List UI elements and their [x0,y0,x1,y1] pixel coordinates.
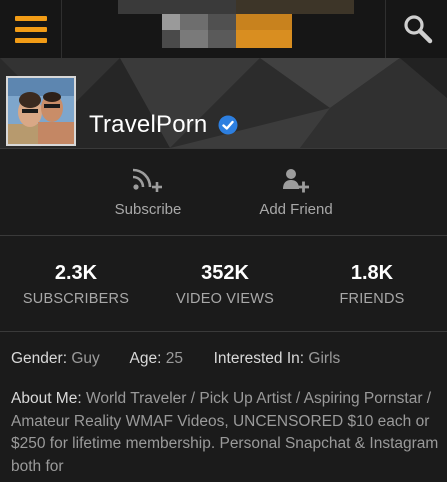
channel-avatar[interactable] [6,76,76,146]
stat-value: 2.3K [54,262,98,284]
channel-name: TravelPorn [89,111,208,138]
about-me-label: About Me: [11,390,82,407]
menu-button[interactable] [0,0,62,58]
verified-check-icon [218,115,238,135]
stat-value: 352K [201,262,249,284]
top-bar [0,0,447,58]
gender-value: Guy [71,350,100,367]
menu-bar [14,26,47,32]
stat-value: 1.8K [350,262,394,284]
menu-bar [14,15,47,21]
site-logo[interactable] [118,0,354,52]
add-friend-label: Add Friend [259,201,333,218]
stats-row: 2.3K SUBSCRIBERS 352K VIDEO VIEWS 1.8K F… [0,236,447,332]
age-value: 25 [165,350,183,367]
about-me: About Me: World Traveler / Pick Up Artis… [11,388,441,478]
menu-bar [14,37,47,43]
search-icon [404,15,433,44]
stat-caption: VIDEO VIEWS [175,291,275,307]
interested-in-value: Girls [308,350,341,367]
search-button[interactable] [385,0,447,58]
add-friend-button[interactable]: Add Friend [246,149,346,237]
rss-plus-icon [132,168,162,192]
avatar-photo [8,78,74,144]
stat-caption: FRIENDS [339,291,405,307]
interested-in-label: Interested In: [213,350,305,367]
stat-caption: SUBSCRIBERS [22,291,130,307]
age-label: Age: [129,350,162,367]
subscribe-label: Subscribe [114,201,182,218]
gender-label: Gender: [11,350,68,367]
person-plus-icon [283,169,309,193]
subscribe-button[interactable]: Subscribe [98,149,198,237]
action-row: Subscribe Add Friend [0,148,447,236]
profile-details: Gender: Guy Age: 25 Interested In: Girls [11,348,441,370]
